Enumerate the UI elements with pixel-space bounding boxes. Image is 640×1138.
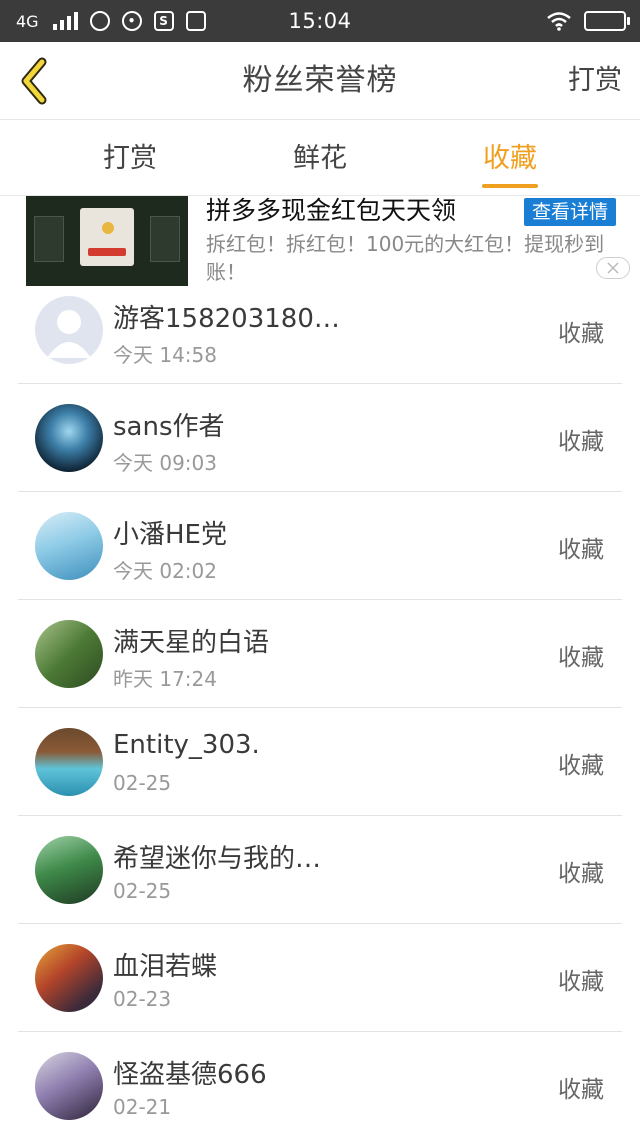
action-label: 收藏 <box>558 429 604 455</box>
user-name: 血泪若蝶 <box>113 952 218 982</box>
list-item[interactable]: sans作者 今天 09:03 收藏 <box>0 384 640 492</box>
list-item[interactable]: 怪盗基德666 02-21 收藏 <box>0 1032 640 1138</box>
avatar[interactable] <box>35 944 103 1012</box>
action-label: 收藏 <box>558 321 604 347</box>
avatar[interactable] <box>35 620 103 688</box>
action-label: 收藏 <box>558 753 604 779</box>
status-right <box>546 0 630 42</box>
avatar[interactable] <box>35 512 103 580</box>
user-name: 小潘HE党 <box>113 520 227 550</box>
timestamp: 昨天 17:24 <box>113 667 217 691</box>
ad-details-button[interactable]: 查看详情 <box>523 198 616 226</box>
action-label: 收藏 <box>558 537 604 563</box>
action-label: 收藏 <box>558 645 604 671</box>
user-name: 满天星的白语 <box>113 628 270 658</box>
avatar[interactable] <box>35 296 103 364</box>
status-time: 15:04 <box>288 9 352 33</box>
status-bar: 4G • S 15:04 <box>0 0 640 42</box>
page-title: 粉丝荣誉榜 <box>242 63 398 98</box>
timestamp: 今天 14:58 <box>113 343 217 367</box>
user-name: 希望迷你与我的… <box>113 844 322 874</box>
list-item[interactable]: 满天星的白语 昨天 17:24 收藏 <box>0 600 640 708</box>
avatar[interactable] <box>35 1052 103 1120</box>
action-label: 收藏 <box>558 969 604 995</box>
timestamp: 今天 02:02 <box>113 559 217 583</box>
close-icon <box>607 262 619 274</box>
ad-image[interactable] <box>26 196 188 286</box>
avatar[interactable] <box>35 404 103 472</box>
timestamp: 今天 09:03 <box>113 451 217 475</box>
ad-title[interactable]: 拼多多现金红包天天领 <box>206 196 456 228</box>
timestamp: 02-21 <box>113 1095 172 1119</box>
user-name: sans作者 <box>113 412 225 442</box>
avatar[interactable] <box>35 728 103 796</box>
list-item[interactable]: 小潘HE党 今天 02:02 收藏 <box>0 492 640 600</box>
active-tab-indicator <box>482 184 538 188</box>
ad-banner[interactable]: 拼多多现金红包天天领 查看详情 拆红包！拆红包！100元的大红包！提现秒到账！ <box>0 196 640 286</box>
tab-bar: 打赏 鲜花 收藏 <box>0 121 640 196</box>
header-bar: 粉丝荣誉榜 打赏 <box>0 42 640 120</box>
wifi-icon <box>547 12 571 31</box>
timestamp: 02-25 <box>113 771 172 795</box>
user-name: Entity_303. <box>113 730 260 760</box>
timestamp: 02-25 <box>113 879 172 903</box>
fan-list: 游客158203180… 今天 14:58 收藏 sans作者 今天 09:03… <box>0 276 640 1138</box>
reward-button[interactable]: 打赏 <box>568 42 622 120</box>
list-item[interactable]: 希望迷你与我的… 02-25 收藏 <box>0 816 640 924</box>
list-item[interactable]: 游客158203180… 今天 14:58 收藏 <box>0 276 640 384</box>
action-label: 收藏 <box>558 1077 604 1103</box>
list-item[interactable]: Entity_303. 02-25 收藏 <box>0 708 640 816</box>
tab-reward[interactable]: 打赏 <box>60 121 200 196</box>
timestamp: 02-23 <box>113 987 172 1011</box>
list-item[interactable]: 血泪若蝶 02-23 收藏 <box>0 924 640 1032</box>
avatar[interactable] <box>35 836 103 904</box>
action-label: 收藏 <box>558 861 604 887</box>
user-name: 怪盗基德666 <box>113 1060 267 1090</box>
tab-flowers[interactable]: 鲜花 <box>250 121 390 196</box>
battery-icon <box>584 11 630 31</box>
user-name: 游客158203180… <box>113 304 340 334</box>
